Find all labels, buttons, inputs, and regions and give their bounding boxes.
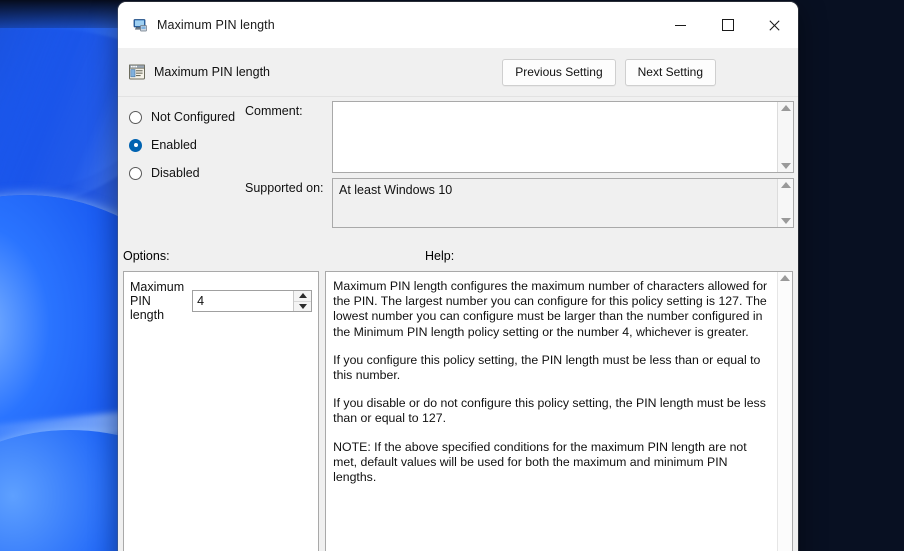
next-setting-button[interactable]: Next Setting [625,59,716,86]
section-label-row: Options: Help: [118,245,798,271]
maximum-pin-length-stepper[interactable] [192,290,312,312]
help-paragraph: If you disable or do not configure this … [333,396,768,426]
state-and-comment-pane: Not Configured Enabled Disabled Comment: [118,97,798,245]
maximum-pin-length-dialog: Maximum PIN length [118,2,798,551]
computer-policy-icon [132,17,148,33]
scroll-down-icon[interactable] [781,163,791,169]
minimize-button[interactable] [657,2,704,48]
comment-label: Comment: [245,104,303,118]
options-label: Options: [123,249,170,263]
options-and-help-pane: Maximum PIN length [118,271,798,551]
desktop-wallpaper [0,0,130,551]
close-icon [769,20,780,31]
supported-on-field: At least Windows 10 [332,178,794,228]
comment-scrollbar[interactable] [777,102,793,172]
comment-text[interactable] [333,102,777,172]
setting-header: Maximum PIN length Previous Setting Next… [118,48,798,97]
help-paragraph: If you configure this policy setting, th… [333,353,768,383]
scroll-up-icon[interactable] [781,105,791,111]
title-bar[interactable]: Maximum PIN length [118,2,798,48]
previous-setting-button[interactable]: Previous Setting [502,59,615,86]
radio-not-configured-indicator[interactable] [129,111,142,124]
scroll-down-icon[interactable] [781,218,791,224]
chevron-down-icon [299,304,307,309]
radio-disabled-indicator[interactable] [129,167,142,180]
window-title: Maximum PIN length [157,18,275,32]
help-paragraph: NOTE: If the above specified conditions … [333,440,768,486]
stepper-buttons [293,291,311,311]
help-label: Help: [425,249,454,263]
screen: Maximum PIN length [0,0,904,551]
caption-buttons [657,2,798,48]
navigation-buttons: Previous Setting Next Setting [502,59,716,86]
minimize-icon [675,25,686,26]
radio-enabled-indicator[interactable] [129,139,142,152]
radio-enabled-label: Enabled [151,138,197,152]
maximize-icon [722,19,734,31]
help-text: Maximum PIN length configures the maximu… [326,272,777,551]
supported-on-text: At least Windows 10 [333,179,777,227]
radio-disabled-label: Disabled [151,166,200,180]
help-panel: Maximum PIN length configures the maximu… [325,271,793,551]
radio-not-configured-label: Not Configured [151,110,235,124]
setting-title: Maximum PIN length [154,65,270,79]
group-policy-setting-icon [128,63,146,81]
close-button[interactable] [751,2,798,48]
scroll-up-icon[interactable] [780,275,790,281]
chevron-up-icon [299,293,307,298]
maximum-pin-length-label: Maximum PIN length [130,280,184,322]
options-panel: Maximum PIN length [123,271,319,551]
wallpaper-top-shade [0,0,130,28]
help-paragraph: Maximum PIN length configures the maximu… [333,279,768,340]
comment-field[interactable] [332,101,794,173]
maximum-pin-length-input[interactable] [193,291,293,311]
stepper-increment-button[interactable] [294,291,311,302]
supported-on-scrollbar[interactable] [777,179,793,227]
stepper-decrement-button[interactable] [294,302,311,312]
help-scrollbar[interactable] [777,272,792,551]
wallpaper-bloom-shape-2 [0,430,130,551]
maximum-pin-length-option: Maximum PIN length [130,280,312,322]
supported-on-label: Supported on: [245,181,324,195]
radio-enabled[interactable]: Enabled [124,131,334,159]
maximize-button[interactable] [704,2,751,48]
scroll-up-icon[interactable] [781,182,791,188]
